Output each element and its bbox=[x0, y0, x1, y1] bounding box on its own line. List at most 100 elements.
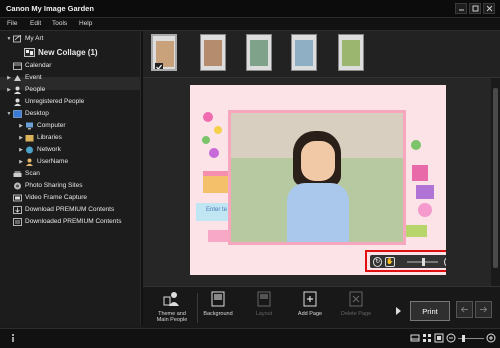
calendar-icon bbox=[13, 62, 22, 70]
expand-arrow-icon[interactable]: ▶ bbox=[5, 75, 13, 81]
toolbar-expand-arrow-icon[interactable] bbox=[395, 306, 402, 316]
menu-edit[interactable]: Edit bbox=[30, 20, 41, 27]
page-thumbnail-1[interactable] bbox=[151, 34, 177, 71]
girl-dress bbox=[287, 183, 349, 242]
page-thumbnail-strip bbox=[143, 31, 500, 78]
selected-check-icon bbox=[155, 63, 163, 69]
zoom-slider-track[interactable] bbox=[458, 335, 484, 342]
collage-canvas[interactable]: Enter te ↻ ✋ + bbox=[190, 85, 446, 275]
sidebar-item-downloaded-premium-contents[interactable]: Downloaded PREMIUM Contents bbox=[13, 216, 121, 227]
sidebar-item-photo-sharing-sites[interactable]: Photo Sharing Sites bbox=[13, 180, 82, 191]
window-title: Canon My Image Garden bbox=[6, 4, 94, 13]
sidebar-item-new-collage[interactable]: New Collage (1) bbox=[24, 45, 98, 59]
sidebar-item-username[interactable]: ▶ UserName bbox=[17, 156, 68, 167]
expand-arrow-icon[interactable]: ▶ bbox=[17, 147, 25, 153]
collapse-arrow-icon[interactable]: ▼ bbox=[5, 111, 13, 117]
menu-tools[interactable]: Tools bbox=[52, 20, 67, 27]
menu-bar: File Edit Tools Help bbox=[0, 18, 500, 31]
add-page-label: Add Page bbox=[297, 311, 323, 317]
libraries-icon bbox=[25, 134, 34, 141]
background-label: Background bbox=[203, 311, 233, 317]
thumbnail-photo bbox=[250, 40, 268, 66]
downloaded-premium-icon bbox=[13, 217, 22, 226]
desktop-icon bbox=[13, 109, 22, 118]
girl-face bbox=[301, 141, 335, 181]
zoom-in-icon[interactable] bbox=[486, 333, 496, 343]
expand-arrow-icon[interactable]: ▶ bbox=[17, 159, 25, 165]
sidebar-item-desktop[interactable]: ▼ Desktop bbox=[5, 108, 49, 119]
theme-and-main-people-button[interactable]: Theme and Main People bbox=[149, 291, 195, 327]
preview-scrollbar-thumb[interactable] bbox=[493, 88, 498, 268]
minimize-button[interactable] bbox=[455, 3, 467, 14]
maximize-button[interactable] bbox=[469, 3, 481, 14]
sidebar-item-computer[interactable]: ▶ Computer bbox=[17, 120, 66, 131]
background-button[interactable]: Background bbox=[195, 291, 241, 327]
hand-tool-icon[interactable]: ✋ bbox=[385, 256, 395, 267]
sidebar-item-unregistered-people[interactable]: Unregistered People bbox=[13, 96, 84, 107]
unregistered-person-icon bbox=[14, 98, 21, 106]
previous-page-button[interactable] bbox=[456, 301, 473, 318]
sidebar-item-people[interactable]: ▶ People bbox=[5, 84, 45, 95]
expand-arrow-icon[interactable]: ▶ bbox=[17, 135, 25, 141]
preview-scrollbar[interactable] bbox=[491, 78, 500, 286]
sidebar-item-my-art[interactable]: ▼ My Art bbox=[5, 33, 43, 44]
sidebar-item-label: Event bbox=[25, 74, 42, 81]
sidebar-item-network[interactable]: ▶ Network bbox=[17, 144, 61, 155]
status-bar bbox=[0, 328, 500, 348]
layout-icon bbox=[257, 291, 271, 307]
collage-photo[interactable] bbox=[228, 110, 406, 245]
sidebar-item-label: Video Frame Capture bbox=[25, 194, 88, 201]
thumbnail-view-icon[interactable] bbox=[422, 333, 432, 343]
sidebar-item-download-premium-contents[interactable]: Download PREMIUM Contents bbox=[13, 204, 114, 215]
person-icon bbox=[14, 86, 21, 94]
computer-icon bbox=[26, 122, 33, 129]
minimize-icon bbox=[458, 9, 464, 11]
thumbnail-photo bbox=[342, 40, 360, 66]
thumbnail-photo bbox=[204, 40, 222, 66]
sidebar-item-label: Network bbox=[37, 146, 61, 153]
rotate-icon[interactable]: ↻ bbox=[373, 256, 383, 267]
print-button[interactable]: Print bbox=[410, 301, 450, 321]
edit-preview-area: Enter te ↻ ✋ + bbox=[143, 78, 500, 286]
zoom-slider-thumb[interactable] bbox=[421, 257, 425, 266]
download-premium-icon bbox=[13, 205, 22, 214]
info-icon[interactable] bbox=[8, 333, 18, 343]
arrow-left-icon bbox=[460, 306, 468, 313]
zoom-in-icon[interactable]: + bbox=[443, 256, 446, 267]
edit-toolbar-highlight: ↻ ✋ + bbox=[365, 250, 446, 272]
expand-arrow-icon[interactable]: ▶ bbox=[5, 87, 13, 93]
background-icon bbox=[211, 291, 225, 307]
close-button[interactable] bbox=[483, 3, 495, 14]
sidebar-item-label: UserName bbox=[37, 158, 69, 165]
sidebar-item-video-frame-capture[interactable]: Video Frame Capture bbox=[13, 192, 87, 203]
sidebar-item-scan[interactable]: Scan bbox=[13, 168, 40, 179]
delete-page-button[interactable]: Delete Page bbox=[333, 291, 379, 327]
sidebar-item-event[interactable]: ▶ Event bbox=[5, 72, 42, 83]
page-thumbnail-3[interactable] bbox=[246, 34, 272, 71]
canvas-text-label[interactable]: Enter te bbox=[206, 207, 227, 213]
layout-button[interactable]: Layout bbox=[241, 291, 287, 327]
add-page-icon bbox=[303, 291, 317, 307]
sidebar-item-libraries[interactable]: ▶ Libraries bbox=[17, 132, 62, 143]
collapse-arrow-icon[interactable]: ▼ bbox=[5, 36, 13, 42]
layout-label: Layout bbox=[255, 311, 273, 317]
page-thumbnail-2[interactable] bbox=[200, 34, 226, 71]
add-page-button[interactable]: Add Page bbox=[287, 291, 333, 327]
sidebar-item-label: Desktop bbox=[25, 110, 49, 117]
zoom-slider[interactable] bbox=[406, 257, 438, 266]
expand-arrow-icon[interactable]: ▶ bbox=[17, 123, 25, 129]
page-thumbnail-5[interactable] bbox=[338, 34, 364, 71]
sidebar: ▼ My Art New Collage (1) Calendar ▶ Even… bbox=[0, 31, 141, 325]
page-thumbnail-4[interactable] bbox=[291, 34, 317, 71]
details-view-icon[interactable] bbox=[410, 333, 420, 343]
zoom-out-icon[interactable] bbox=[446, 333, 456, 343]
sidebar-item-calendar[interactable]: Calendar bbox=[13, 60, 51, 71]
menu-help[interactable]: Help bbox=[79, 20, 92, 27]
menu-file[interactable]: File bbox=[7, 20, 17, 27]
bottom-toolbar: Theme and Main People Background Layout … bbox=[143, 286, 500, 328]
full-screen-icon[interactable] bbox=[434, 333, 444, 343]
next-page-button[interactable] bbox=[475, 301, 492, 318]
network-icon bbox=[26, 146, 33, 153]
zoom-slider-handle[interactable] bbox=[462, 335, 465, 342]
user-folder-icon bbox=[26, 158, 33, 166]
